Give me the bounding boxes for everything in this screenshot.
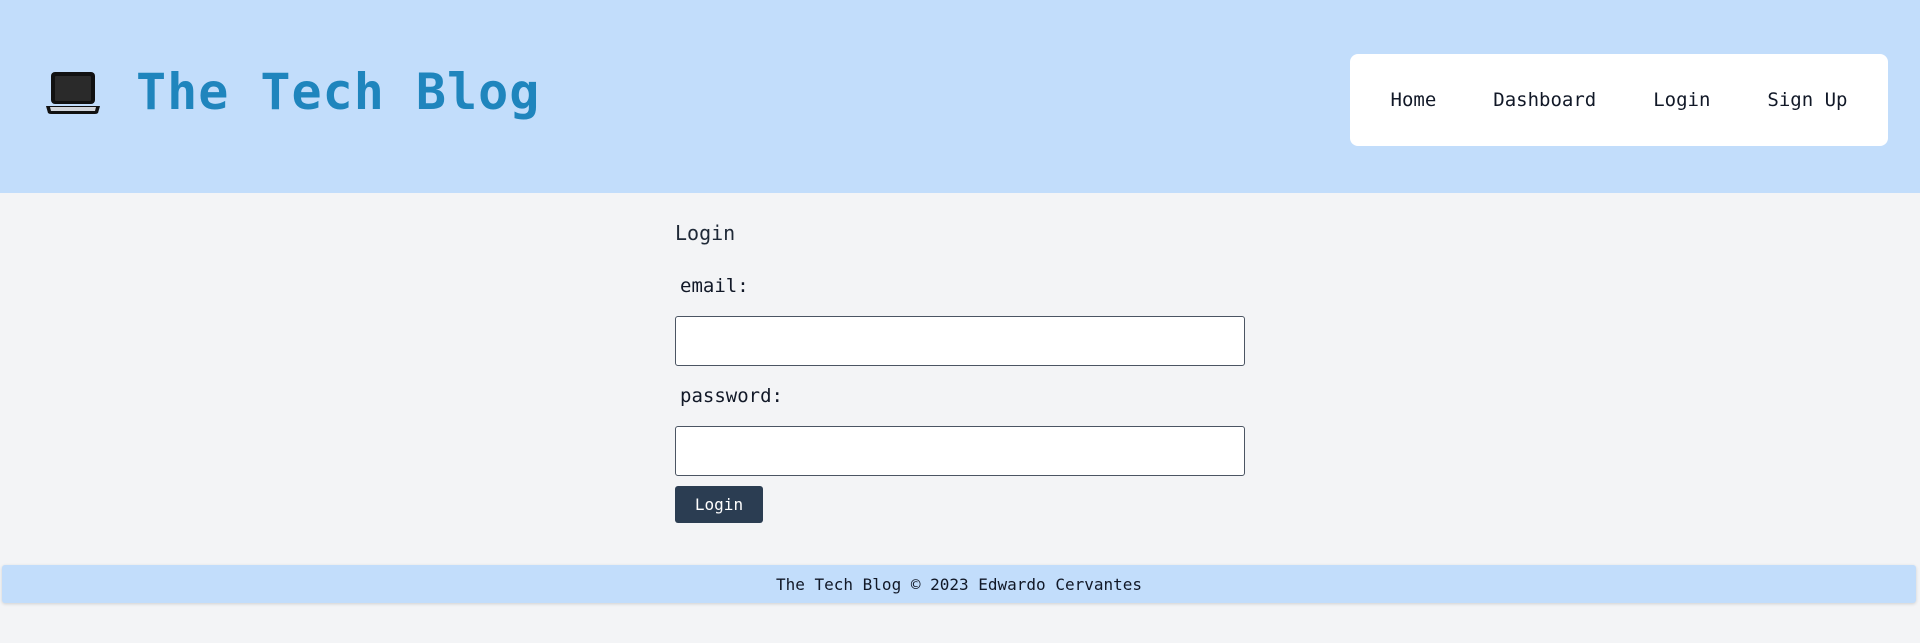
main-nav: Home Dashboard Login Sign Up [1350,54,1888,146]
site-header: The Tech Blog Home Dashboard Login Sign … [0,0,1920,193]
site-footer: The Tech Blog © 2023 Edwardo Cervantes [2,565,1916,603]
laptop-icon [44,68,102,116]
brand: The Tech Blog [44,62,540,122]
login-form: email: password: Login [675,274,1245,523]
email-field[interactable] [675,316,1245,366]
login-form-title: Login [675,221,736,245]
site-title[interactable]: The Tech Blog [136,62,540,122]
footer-copyright: The Tech Blog © 2023 Edwardo Cervantes [775,574,1143,594]
email-label: email: [680,275,749,297]
nav-link-login[interactable]: Login [1653,89,1710,111]
login-button[interactable]: Login [675,486,763,523]
nav-link-dashboard[interactable]: Dashboard [1493,89,1596,111]
nav-link-signup[interactable]: Sign Up [1767,89,1847,111]
nav-link-home[interactable]: Home [1391,89,1437,111]
password-field[interactable] [675,426,1245,476]
login-section: Login email: password: Login [675,218,1245,523]
password-label: password: [680,385,783,407]
